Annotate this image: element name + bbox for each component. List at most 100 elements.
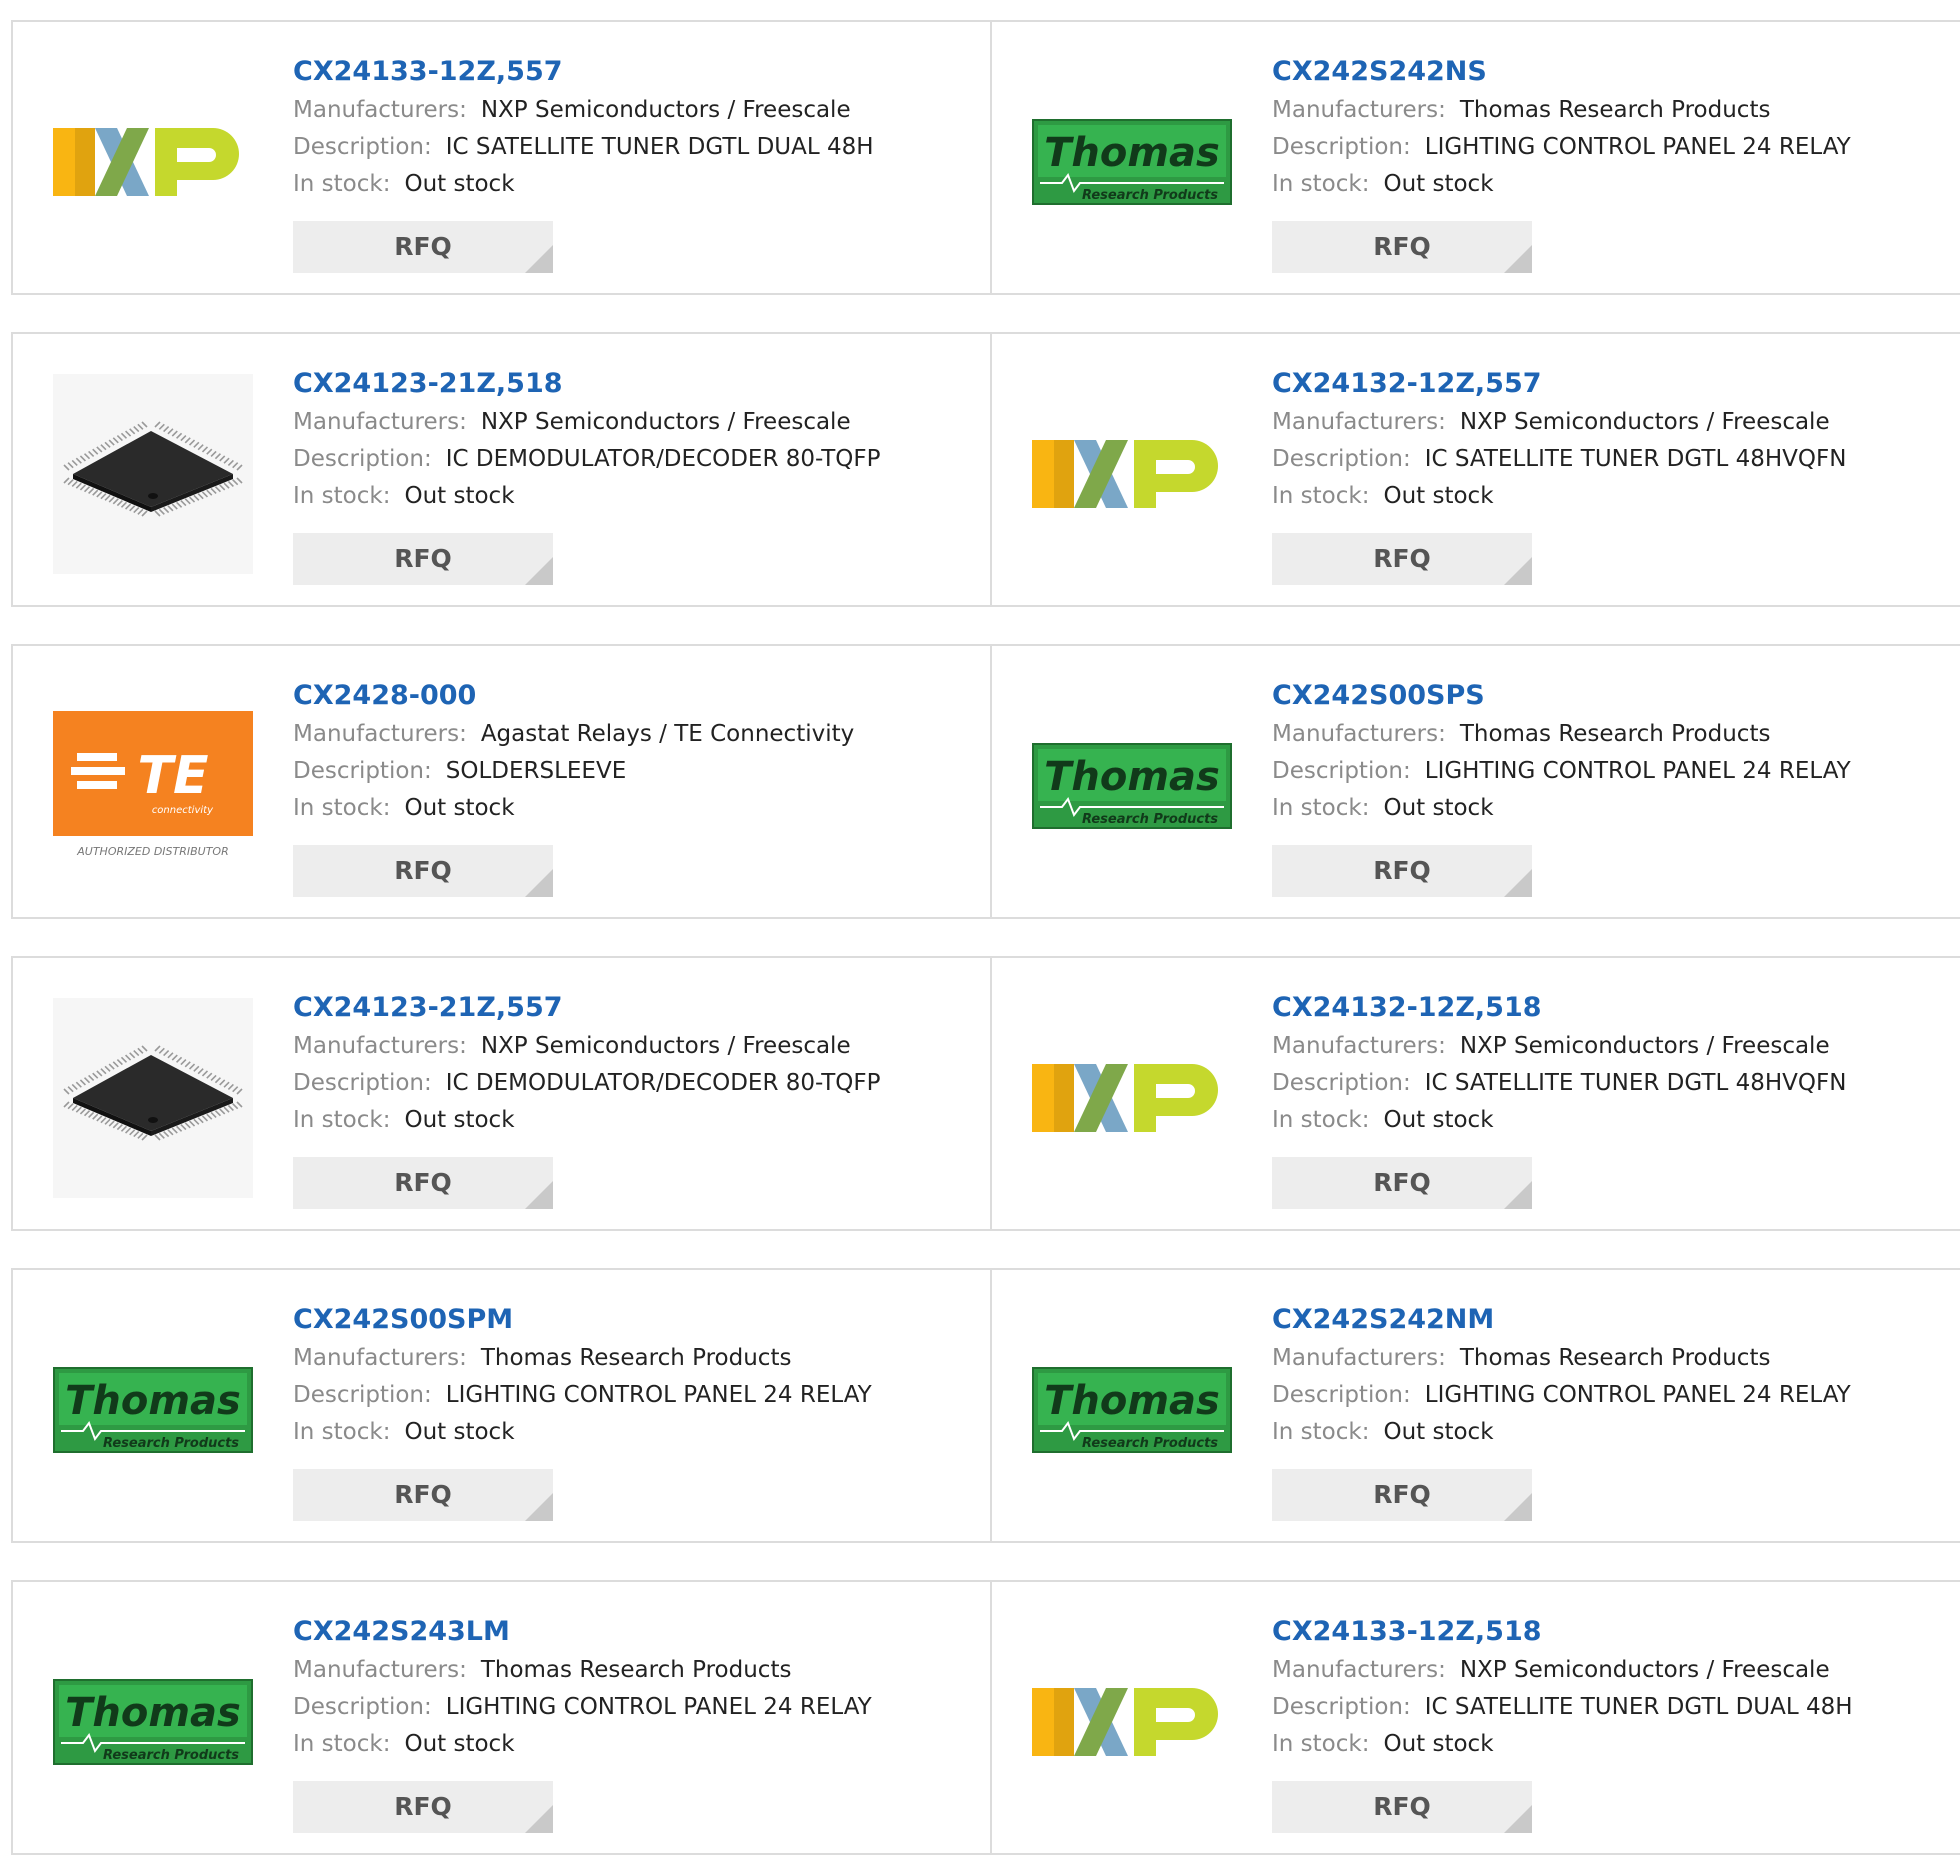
part-number-link[interactable]: CX242S00SPS [1272, 676, 1851, 716]
manufacturer-line: Manufacturers: Thomas Research Products [1272, 92, 1851, 129]
description-label: Description: [293, 446, 432, 472]
in-stock-label: In stock: [293, 171, 391, 197]
product-info: CX242S00SPS Manufacturers: Thomas Researc… [1272, 676, 1851, 897]
product-info: CX2428-000 Manufacturers: Agastat Relays … [293, 676, 854, 897]
in-stock-label: In stock: [293, 1731, 391, 1757]
product-info: CX24133-12Z,557 Manufacturers: NXP Semico… [293, 52, 874, 273]
product-info: CX24123-21Z,518 Manufacturers: NXP Semico… [293, 364, 880, 585]
thomas-logo: Thomas Research Products [1032, 686, 1232, 886]
description-label: Description: [293, 1694, 432, 1720]
product-row: TE connectivity AUTHORIZED DISTRIBUTOR CX2… [11, 644, 1960, 919]
manufacturer-value: NXP Semiconductors / Freescale [1459, 1033, 1830, 1059]
rfq-button[interactable]: RFQ [293, 533, 553, 585]
description-label: Description: [1272, 1694, 1411, 1720]
rfq-button[interactable]: RFQ [293, 221, 553, 273]
rfq-button[interactable]: RFQ [1272, 1469, 1532, 1521]
manufacturers-label: Manufacturers: [293, 1657, 467, 1683]
description-line: Description: SOLDERSLEEVE [293, 753, 854, 790]
part-number-link[interactable]: CX2428-000 [293, 676, 854, 716]
stock-value: Out stock [1383, 1731, 1494, 1757]
in-stock-label: In stock: [1272, 171, 1370, 197]
chip-image [53, 374, 253, 574]
corner-triangle-icon [1504, 557, 1532, 585]
rfq-button[interactable]: RFQ [1272, 1781, 1532, 1833]
svg-text:Thomas: Thomas [1044, 130, 1220, 176]
product-card: CX24123-21Z,518 Manufacturers: NXP Semico… [13, 334, 990, 605]
in-stock-label: In stock: [1272, 483, 1370, 509]
nxp-logo [1032, 1622, 1232, 1822]
manufacturer-line: Manufacturers: NXP Semiconductors / Frees… [293, 1028, 880, 1065]
product-card: CX24123-21Z,557 Manufacturers: NXP Semico… [13, 958, 990, 1229]
part-number-link[interactable]: CX24123-21Z,518 [293, 364, 880, 404]
manufacturers-label: Manufacturers: [293, 1345, 467, 1371]
rfq-button[interactable]: RFQ [293, 1469, 553, 1521]
svg-text:Thomas: Thomas [65, 1690, 241, 1736]
part-number-link[interactable]: CX24123-21Z,557 [293, 988, 880, 1028]
description-line: Description: IC SATELLITE TUNER DGTL 48HV… [1272, 441, 1846, 478]
rfq-button[interactable]: RFQ [293, 1157, 553, 1209]
product-card: Thomas Research Products CX242S00SPM Manu… [13, 1270, 990, 1541]
stock-value: Out stock [404, 171, 515, 197]
manufacturer-value: Agastat Relays / TE Connectivity [480, 721, 855, 747]
rfq-button[interactable]: RFQ [1272, 1157, 1532, 1209]
rfq-label: RFQ [394, 856, 452, 885]
nxp-logo [53, 62, 253, 262]
product-info: CX24132-12Z,557 Manufacturers: NXP Semico… [1272, 364, 1846, 585]
manufacturer-value: Thomas Research Products [1459, 97, 1771, 123]
in-stock-label: In stock: [1272, 1419, 1370, 1445]
stock-value: Out stock [1383, 483, 1494, 509]
manufacturer-line: Manufacturers: Thomas Research Products [1272, 1340, 1851, 1377]
part-number-link[interactable]: CX242S242NS [1272, 52, 1851, 92]
manufacturers-label: Manufacturers: [1272, 409, 1446, 435]
manufacturers-label: Manufacturers: [1272, 1033, 1446, 1059]
manufacturer-value: NXP Semiconductors / Freescale [480, 1033, 851, 1059]
product-card: CX24133-12Z,518 Manufacturers: NXP Semico… [992, 1582, 1960, 1853]
description-label: Description: [1272, 1070, 1411, 1096]
part-number-link[interactable]: CX242S243LM [293, 1612, 872, 1652]
description-label: Description: [293, 1382, 432, 1408]
description-label: Description: [293, 1070, 432, 1096]
rfq-button[interactable]: RFQ [293, 1781, 553, 1833]
rfq-label: RFQ [1373, 1792, 1431, 1821]
rfq-button[interactable]: RFQ [1272, 845, 1532, 897]
in-stock-label: In stock: [293, 1419, 391, 1445]
rfq-label: RFQ [394, 1480, 452, 1509]
part-number-link[interactable]: CX24133-12Z,557 [293, 52, 874, 92]
manufacturer-line: Manufacturers: NXP Semiconductors / Frees… [1272, 1652, 1853, 1689]
description-line: Description: LIGHTING CONTROL PANEL 24 RE… [293, 1377, 872, 1414]
rfq-button[interactable]: RFQ [1272, 221, 1532, 273]
product-card: TE connectivity AUTHORIZED DISTRIBUTOR CX2… [13, 646, 990, 917]
manufacturers-label: Manufacturers: [1272, 1657, 1446, 1683]
description-line: Description: LIGHTING CONTROL PANEL 24 RE… [1272, 753, 1851, 790]
te-logo: TE connectivity AUTHORIZED DISTRIBUTOR [53, 686, 253, 886]
stock-value: Out stock [1383, 1107, 1494, 1133]
manufacturer-value: Thomas Research Products [1459, 1345, 1771, 1371]
corner-triangle-icon [525, 245, 553, 273]
part-number-link[interactable]: CX24132-12Z,518 [1272, 988, 1846, 1028]
in-stock-label: In stock: [1272, 795, 1370, 821]
rfq-button[interactable]: RFQ [1272, 533, 1532, 585]
stock-line: In stock: Out stock [293, 166, 874, 203]
in-stock-label: In stock: [1272, 1107, 1370, 1133]
part-number-link[interactable]: CX242S242NM [1272, 1300, 1851, 1340]
part-number-link[interactable]: CX24133-12Z,518 [1272, 1612, 1853, 1652]
product-row: Thomas Research Products CX242S00SPM Manu… [11, 1268, 1960, 1543]
svg-text:Research Products: Research Products [1082, 1436, 1218, 1451]
product-info: CX24132-12Z,518 Manufacturers: NXP Semico… [1272, 988, 1846, 1209]
rfq-label: RFQ [1373, 1168, 1431, 1197]
stock-line: In stock: Out stock [1272, 1102, 1846, 1139]
thomas-logo: Thomas Research Products [1032, 1310, 1232, 1510]
manufacturer-value: NXP Semiconductors / Freescale [1459, 1657, 1830, 1683]
svg-text:Research Products: Research Products [103, 1748, 239, 1763]
svg-text:AUTHORIZED DISTRIBUTOR: AUTHORIZED DISTRIBUTOR [76, 845, 229, 858]
product-row: CX24123-21Z,557 Manufacturers: NXP Semico… [11, 956, 1960, 1231]
part-number-link[interactable]: CX242S00SPM [293, 1300, 872, 1340]
rfq-button[interactable]: RFQ [293, 845, 553, 897]
corner-triangle-icon [1504, 1805, 1532, 1833]
part-number-link[interactable]: CX24132-12Z,557 [1272, 364, 1846, 404]
description-line: Description: IC SATELLITE TUNER DGTL DUAL… [1272, 1689, 1853, 1726]
product-card: Thomas Research Products CX242S242NM Manu… [992, 1270, 1960, 1541]
description-line: Description: LIGHTING CONTROL PANEL 24 RE… [1272, 129, 1851, 166]
rfq-label: RFQ [1373, 232, 1431, 261]
corner-triangle-icon [1504, 1181, 1532, 1209]
